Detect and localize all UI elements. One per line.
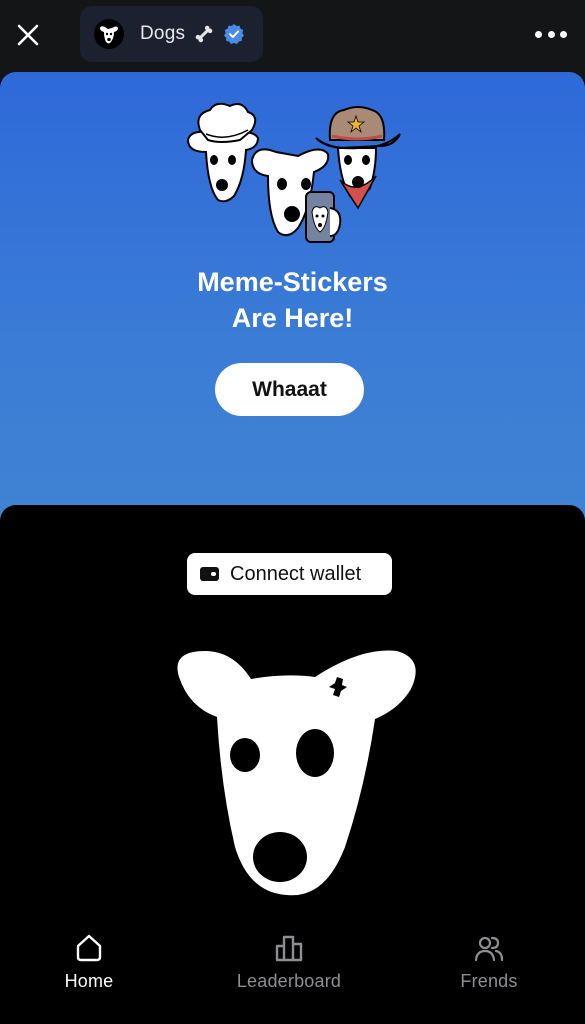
top-bar: Dogs	[0, 0, 585, 80]
home-icon	[76, 934, 102, 962]
more-horizontal-icon-dot	[547, 30, 555, 38]
banner-title: Meme-Stickers Are Here!	[0, 264, 585, 336]
verified-badge-icon	[224, 24, 245, 44]
banner-title-line-2: Are Here!	[231, 303, 354, 333]
more-horizontal-icon-dot	[535, 30, 542, 38]
connect-wallet-label: Connect wallet	[230, 562, 362, 585]
dog-avatar-icon	[100, 26, 118, 44]
tab-frends[interactable]: Frends	[414, 933, 564, 999]
dogs-logo	[177, 650, 416, 896]
connect-wallet-button[interactable]: Connect wallet	[187, 553, 392, 595]
tab-home[interactable]: Home	[14, 933, 164, 999]
tab-frends-label: Frends	[460, 971, 518, 991]
tab-leaderboard[interactable]: Leaderboard	[214, 933, 364, 999]
wallet-icon	[200, 567, 219, 581]
tab-leaderboard-label: Leaderboard	[236, 971, 342, 991]
meme-stickers-illustration	[186, 102, 401, 243]
banner-title-line-1: Meme-Stickers	[197, 267, 388, 297]
bone-icon	[195, 25, 213, 43]
phone-dog-sticker	[250, 148, 342, 243]
chef-dog-sticker	[186, 102, 260, 203]
bottom-tab-bar: Home Leaderboard Frends	[0, 925, 585, 1024]
close-button[interactable]	[12, 19, 44, 51]
close-icon	[17, 24, 39, 46]
friends-icon	[474, 936, 504, 962]
bot-title-pill[interactable]: Dogs	[80, 6, 263, 62]
meme-stickers-banner: Meme-Stickers Are Here! Whaaat	[0, 72, 585, 532]
tab-home-label: Home	[64, 971, 114, 991]
bot-title: Dogs	[140, 23, 186, 44]
whaaat-button[interactable]: Whaaat	[215, 363, 364, 416]
bot-avatar	[94, 19, 124, 49]
more-horizontal-icon-dot	[560, 30, 567, 38]
more-options-button[interactable]	[535, 26, 567, 42]
leaderboard-icon	[275, 935, 303, 962]
